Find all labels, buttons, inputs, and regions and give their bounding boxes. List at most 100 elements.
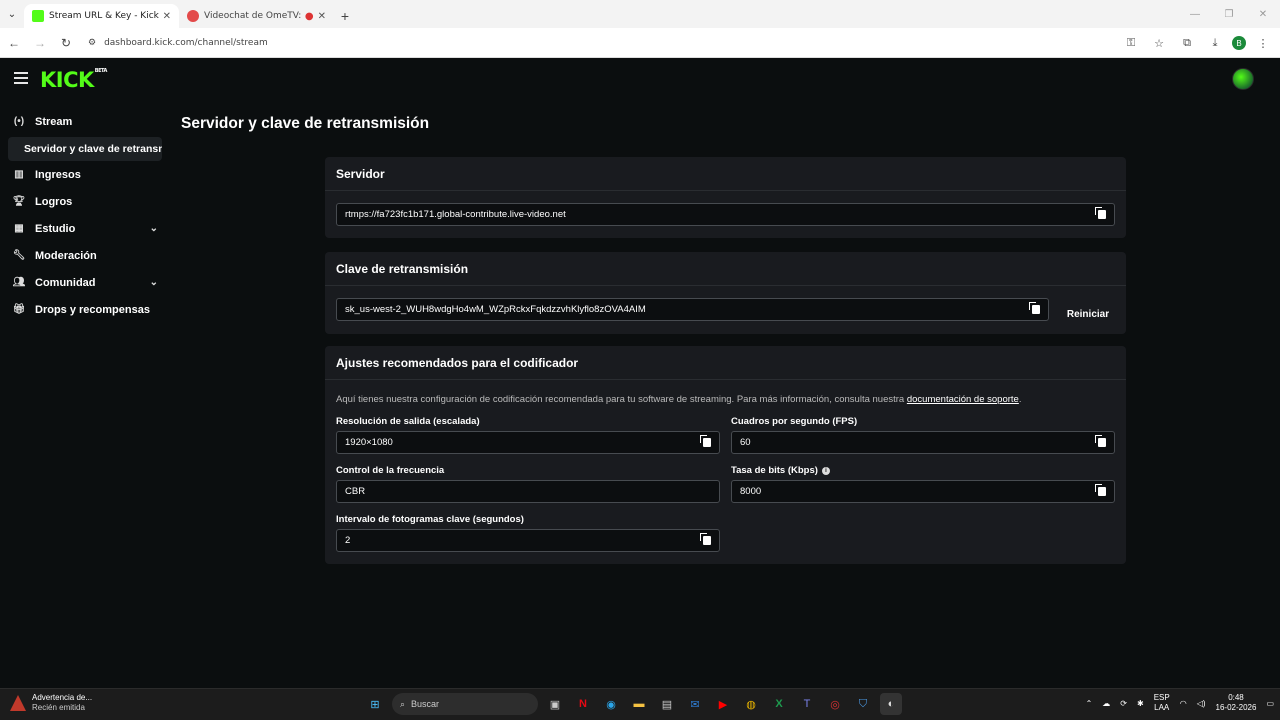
wifi-icon[interactable]: ◠ [1180, 699, 1187, 708]
notification[interactable]: Advertencia de... Recién emitida [10, 693, 92, 713]
copy-icon[interactable] [1095, 207, 1106, 219]
reset-key-button[interactable]: Reiniciar [1060, 303, 1116, 325]
close-icon[interactable]: ✕ [318, 11, 326, 22]
notification-subtitle: Recién emitida [32, 703, 85, 712]
teams-icon[interactable]: T [796, 693, 818, 715]
stream-key-card: Clave de retransmisión sk_us-west-2_WUH8… [325, 252, 1126, 334]
keyframe-label: Intervalo de fotogramas clave (segundos) [336, 514, 524, 525]
outlook-icon[interactable]: ✉ [684, 693, 706, 715]
encoder-description: Aquí tienes nuestra configuración de cod… [336, 394, 1022, 405]
address-bar: ← → ↻ ⚙ dashboard.kick.com/channel/strea… [0, 28, 1280, 58]
extensions-icon[interactable]: ⧉ [1176, 31, 1198, 55]
profile-avatar[interactable]: B [1232, 36, 1246, 50]
hamburger-menu-icon[interactable] [14, 72, 28, 84]
system-tray: ⌃ ☁ ⟳ ✱ ESP LAA ◠ ◁) 0:48 16-02-2026 ▭ [1086, 693, 1274, 713]
forward-icon[interactable]: → [28, 31, 52, 55]
page-title: Servidor y clave de retransmisión [181, 115, 430, 132]
file-explorer-icon[interactable]: ▬ [628, 693, 650, 715]
chevron-down-icon: ⌄ [149, 277, 158, 288]
sidebar-item-moderacion[interactable]: 🔧︎ Moderación [0, 242, 172, 269]
clock[interactable]: 0:48 16-02-2026 [1216, 693, 1257, 713]
notifications-icon[interactable]: ▭ [1266, 699, 1274, 708]
sidebar-item-stream[interactable]: (•) Stream [0, 108, 172, 135]
close-icon[interactable]: ✕ [163, 11, 171, 22]
tab-search-icon[interactable]: ⌄ [0, 0, 24, 28]
excel-icon[interactable]: X [768, 693, 790, 715]
shield-icon[interactable]: ⛉ [852, 693, 874, 715]
key-icon[interactable]: ⚿ [1120, 31, 1142, 55]
sidebar-item-logros[interactable]: 🏆︎ Logros [0, 188, 172, 215]
copy-icon[interactable] [700, 435, 711, 447]
windows-start-icon[interactable]: ⊞ [364, 693, 386, 715]
bluetooth-icon[interactable]: ✱ [1137, 699, 1144, 708]
taskbar-search[interactable]: ⌕ Buscar [392, 693, 538, 715]
people-icon: 👥︎ [12, 277, 26, 288]
window-close-icon[interactable]: ✕ [1246, 0, 1280, 28]
ometv-favicon-icon [187, 10, 199, 22]
minimize-icon[interactable]: — [1178, 0, 1212, 28]
cloud-icon[interactable]: ☁ [1102, 699, 1110, 708]
site-info-icon[interactable]: ⚙ [88, 38, 96, 48]
encoder-settings-card: Ajustes recomendados para el codificador… [325, 346, 1126, 564]
support-docs-link[interactable]: documentación de soporte [907, 394, 1019, 405]
wrench-icon: 🔧︎ [12, 250, 26, 261]
studio-icon: ▦ [14, 223, 24, 234]
bookmark-star-icon[interactable]: ☆ [1148, 31, 1170, 55]
copy-icon[interactable] [1095, 435, 1106, 447]
task-view-icon[interactable]: ▣ [544, 693, 566, 715]
youtube-icon[interactable]: ▶ [712, 693, 734, 715]
warning-icon [10, 695, 26, 711]
search-icon: ⌕ [400, 698, 406, 709]
recording-icon: ● [304, 10, 314, 22]
trophy-icon: 🏆︎ [12, 196, 26, 207]
bitrate-field[interactable]: 8000 [731, 480, 1115, 503]
sidebar-item-drops[interactable]: 🎁︎ Drops y recompensas [0, 296, 172, 323]
stream-key-field[interactable]: sk_us-west-2_WUH8wdgHo4wM_WZpRckxFqkdzzv… [336, 298, 1049, 321]
tab-ometv[interactable]: Videochat de OmeTV: altern ● ✕ [179, 4, 334, 28]
menu-kebab-icon[interactable]: ⋮ [1252, 31, 1274, 55]
bitrate-label: Tasa de bits (Kbps) i [731, 465, 830, 476]
server-card: Servidor rtmps://fa723fc1b171.global-con… [325, 157, 1126, 238]
new-tab-button[interactable]: + [334, 4, 356, 28]
sidebar-subitem-stream-key[interactable]: Servidor y clave de retransmisión [8, 137, 162, 161]
rate-control-field[interactable]: CBR [336, 480, 720, 503]
volume-icon[interactable]: ◁) [1197, 699, 1206, 708]
maximize-icon[interactable]: ❐ [1212, 0, 1246, 28]
chevron-down-icon: ⌄ [149, 223, 158, 234]
download-icon[interactable]: ⤓ [1204, 31, 1226, 55]
sidebar-item-ingresos[interactable]: ▥ Ingresos [0, 161, 172, 188]
keyframe-field[interactable]: 2 [336, 529, 720, 552]
reload-icon[interactable]: ↻ [54, 31, 78, 55]
top-nav: KICKBETA [0, 58, 1280, 100]
obs-icon[interactable]: ◐ [880, 693, 902, 715]
notification-title: Advertencia de... [32, 693, 93, 702]
url-field[interactable]: ⚙ dashboard.kick.com/channel/stream [88, 38, 268, 48]
server-url-field[interactable]: rtmps://fa723fc1b171.global-contribute.l… [336, 203, 1115, 226]
copy-icon[interactable] [1095, 484, 1106, 496]
chrome-icon[interactable]: ◍ [740, 693, 762, 715]
kick-logo[interactable]: KICKBETA [40, 68, 107, 92]
encoder-card-title: Ajustes recomendados para el codificador [325, 346, 1126, 380]
fps-field[interactable]: 60 [731, 431, 1115, 454]
tab-kick-dashboard[interactable]: Stream URL & Key - Kick Dashb ✕ [24, 4, 179, 28]
user-avatar[interactable] [1232, 68, 1254, 90]
edge-icon[interactable]: ◉ [600, 693, 622, 715]
language-indicator[interactable]: ESP LAA [1154, 693, 1170, 713]
app-red-icon[interactable]: ◎ [824, 693, 846, 715]
copy-icon[interactable] [700, 533, 711, 545]
sync-icon[interactable]: ⟳ [1120, 699, 1127, 708]
copy-icon[interactable] [1029, 302, 1040, 314]
store-icon[interactable]: ▤ [656, 693, 678, 715]
rate-control-label: Control de la frecuencia [336, 465, 445, 476]
info-icon[interactable]: i [821, 466, 830, 475]
back-icon[interactable]: ← [2, 31, 26, 55]
resolution-field[interactable]: 1920×1080 [336, 431, 720, 454]
sidebar-item-estudio[interactable]: ▦ Estudio ⌄ [0, 215, 172, 242]
fps-label: Cuadros por segundo (FPS) [731, 416, 858, 427]
url-text: dashboard.kick.com/channel/stream [104, 37, 268, 48]
browser-tabbar: ⌄ Stream URL & Key - Kick Dashb ✕ Videoc… [0, 0, 1280, 28]
chevron-up-icon[interactable]: ⌃ [1086, 699, 1093, 708]
sidebar-item-comunidad[interactable]: 👥︎ Comunidad ⌄ [0, 269, 172, 296]
netflix-icon[interactable]: N [572, 693, 594, 715]
beta-badge: BETA [94, 68, 108, 74]
